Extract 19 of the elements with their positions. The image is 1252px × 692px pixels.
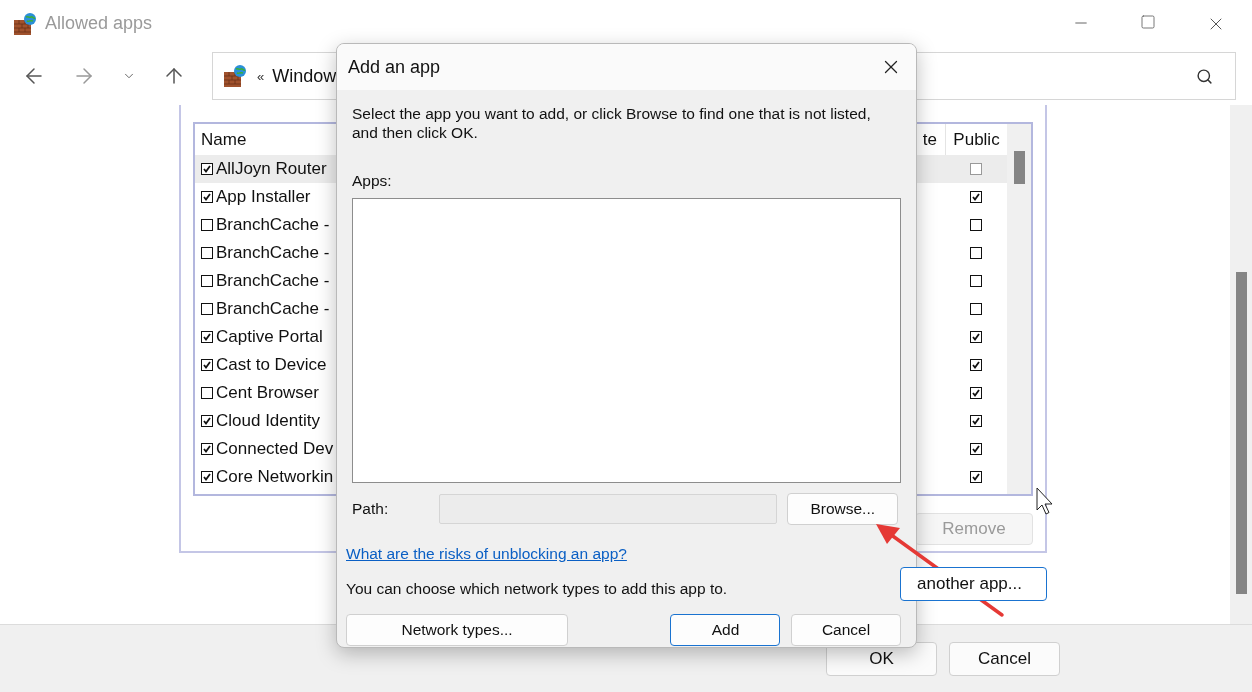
app-name: Cent Browser — [216, 383, 319, 403]
app-name: Core Networkin — [216, 467, 334, 487]
instructions-text: Select the app you want to add, or click Browse to find one that is not listed, and then click OK. — [352, 104, 872, 142]
window-title: Allowed apps — [45, 13, 153, 34]
app-name: BranchCache - — [216, 215, 330, 235]
app-name: AllJoyn Router — [216, 159, 327, 179]
dialog-title: Add an app — [348, 56, 441, 78]
app-name: Captive Portal — [216, 327, 323, 347]
app-name: Cast to Device — [216, 355, 327, 375]
path-label: Path: — [352, 500, 389, 518]
app-name: BranchCache - — [216, 243, 330, 263]
app-name: Cloud Identity — [216, 411, 320, 431]
apps-label: Apps: — [352, 172, 392, 190]
app-name: BranchCache - — [216, 271, 330, 291]
network-note: You can choose which network types to add this app to. — [346, 580, 729, 598]
app-name: Connected Dev — [216, 439, 334, 459]
breadcrumb-separator: « — [257, 68, 265, 84]
app-name: BranchCache - — [216, 299, 330, 319]
app-name: App Installer — [216, 187, 311, 207]
